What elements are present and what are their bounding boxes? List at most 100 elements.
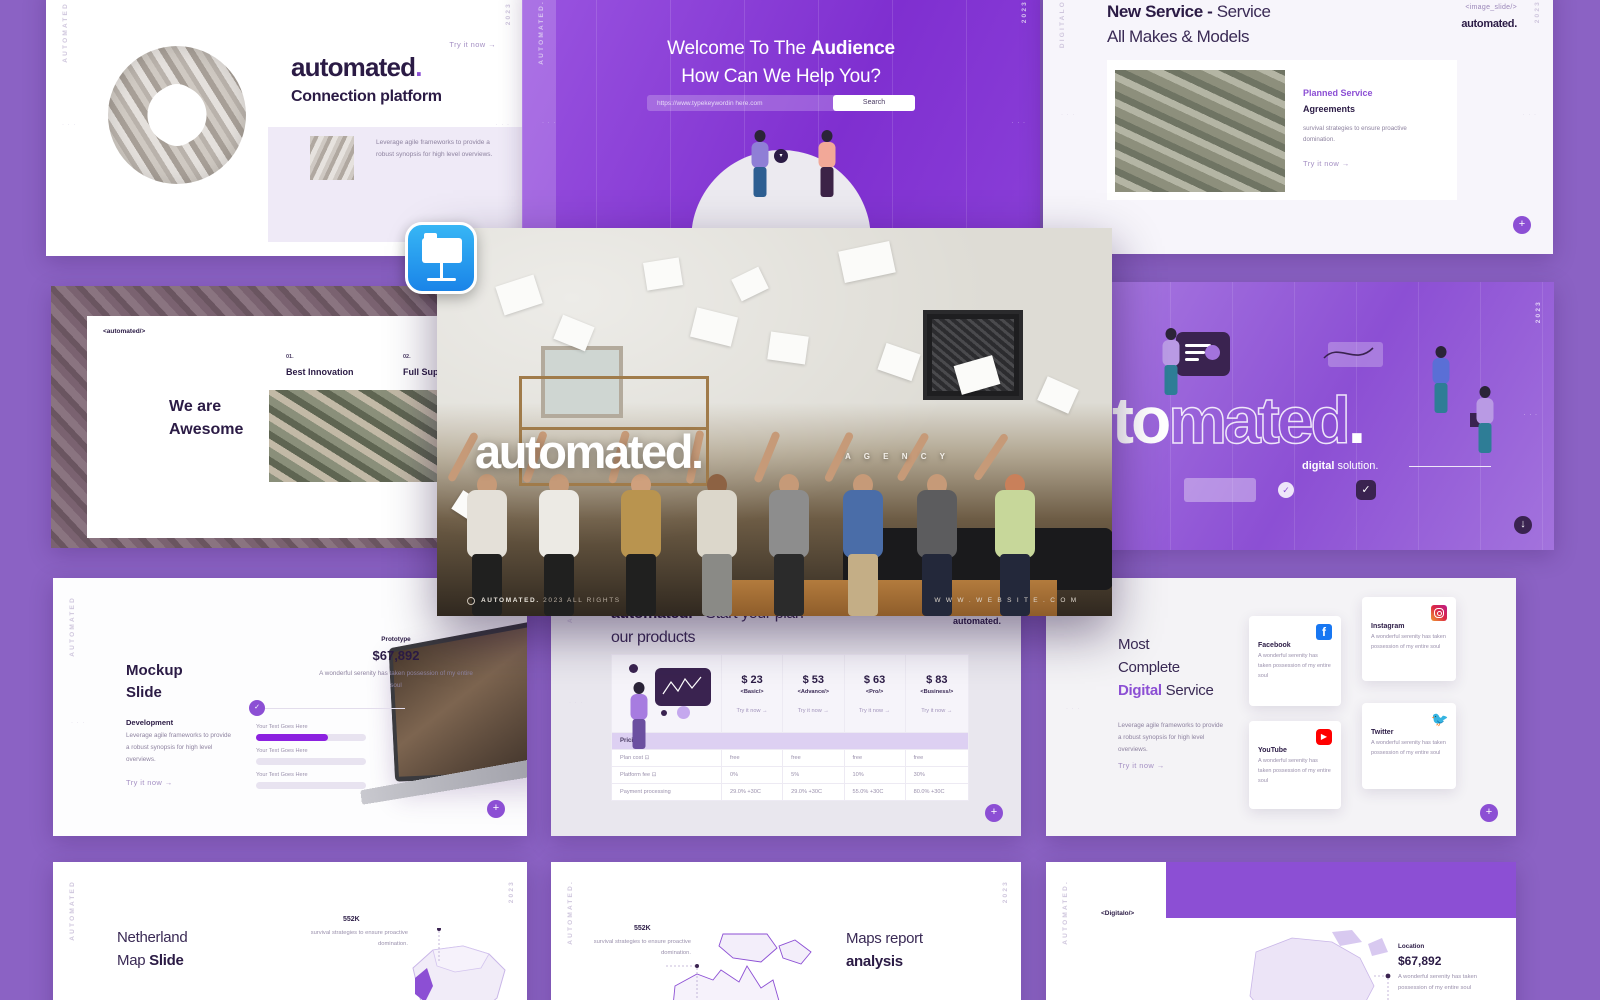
check-dot-icon: ✓ [249, 700, 265, 716]
twitter-icon: 🐦 [1431, 711, 1449, 727]
slide-netherland-map[interactable]: AUTOMATED 2023 Netherland Map Slide 552K… [53, 862, 527, 1000]
bar-label: Your Text Goes Here [256, 724, 308, 730]
welcome-subheading: How Can We Help You? [681, 66, 881, 87]
slide-corner-year: 2023 [505, 2, 512, 26]
divider [1409, 466, 1491, 467]
search-button[interactable]: Search [833, 95, 915, 111]
bar-label: Your Text Goes Here [256, 748, 308, 754]
side-dots: · · · [1523, 412, 1538, 418]
side-dots: · · · [1066, 706, 1081, 712]
hero-footer-right: W W W . W E B S I T E . C O M [934, 597, 1078, 604]
row-value: 5% [782, 766, 845, 784]
section-header-label: Pricing [611, 732, 969, 750]
brand-mark: <Digitalo/> [1101, 910, 1135, 917]
try-it-now-link[interactable]: Try it now → [1303, 159, 1350, 168]
slide-maps-report[interactable]: AUTOMATED. 2023 552K survival strategies… [551, 862, 1021, 1000]
plan-cell[interactable]: $ 63 <Pro/> Try it now → [843, 654, 906, 733]
social-card-text: A wonderful serenity has taken possessio… [1258, 758, 1331, 784]
slide-location-map[interactable]: AUTOMATED. <Digitalo/> Location $67,892 … [1046, 862, 1516, 1000]
social-card-twitter[interactable]: 🐦 Twitter A wonderful serenity has taken… [1362, 703, 1456, 789]
copyright-icon [467, 597, 475, 605]
social-card-facebook[interactable]: f Facebook A wonderful serenity has take… [1249, 616, 1341, 706]
side-dots: · · · [542, 120, 557, 126]
location-value: $67,892 [1398, 954, 1442, 968]
europe-map [412, 928, 506, 1000]
instagram-icon [1431, 605, 1447, 621]
laptop-mockup [388, 618, 527, 782]
team-photo [1115, 70, 1285, 192]
social-card-text: A wonderful serenity has taken possessio… [1371, 740, 1446, 756]
try-it-now-link[interactable]: Try it now → [126, 778, 173, 787]
body-text: Leverage agile frameworks to provide a r… [1118, 722, 1224, 753]
row-label: Plan cost ⊡ [611, 749, 722, 767]
try-it-now-link[interactable]: Try it now → [1118, 761, 1165, 770]
chart-card [1176, 332, 1230, 376]
social-card-text: A wonderful serenity has taken possessio… [1258, 653, 1331, 679]
slide-vertical-label: AUTOMATED. [1062, 880, 1069, 945]
feature-title-1: Best Innovation [286, 367, 354, 377]
social-card-instagram[interactable]: Instagram A wonderful serenity has taken… [1362, 597, 1456, 681]
hero-preview-image[interactable]: automated. A G E N C Y AUTOMATED. 2023 A… [437, 228, 1112, 616]
body-text: Leverage agile frameworks to provide a r… [376, 139, 493, 159]
facebook-icon: f [1316, 624, 1332, 640]
slide-automated-digital[interactable]: 2023 · · · automated. digital solution. … [1046, 282, 1554, 550]
scroll-down-button[interactable]: ↓ [1514, 516, 1532, 534]
row-label: Platform fee ⊡ [611, 766, 722, 784]
row-value: free [720, 749, 784, 767]
slide-corner-year: 2023 [1535, 300, 1542, 324]
page-title-line-2: Complete [1118, 659, 1180, 676]
bar-label: Your Text Goes Here [256, 772, 308, 778]
brand-mark: <automated/> [103, 328, 146, 335]
quote-text: A wonderful serenity has taken possessio… [319, 670, 473, 689]
slide-vertical-label: AUTOMATED [69, 596, 76, 657]
side-dots: · · · [1522, 112, 1537, 118]
search-bar[interactable]: https://www.typekeywordin here.com Searc… [647, 95, 915, 111]
side-dots: · · · [71, 720, 86, 726]
social-card-name: YouTube [1258, 747, 1287, 754]
slide-welcome-search[interactable]: AUTOMATED. 2023 · · · · · · Welcome To T… [522, 0, 1040, 256]
page-title-line-1: We are [169, 398, 222, 415]
page-title-line-1: Mockup [126, 662, 183, 679]
page-subtitle: All Makes & Models [1107, 27, 1250, 46]
page-subtitle: Connection platform [291, 88, 442, 105]
row-value: free [843, 749, 906, 767]
illustration-person-right [814, 130, 840, 210]
try-it-now-link[interactable]: Try it now → [449, 40, 496, 49]
add-button[interactable]: + [1513, 216, 1531, 234]
add-button[interactable]: + [1480, 804, 1498, 822]
add-button[interactable]: + [487, 800, 505, 818]
slide-pricing[interactable]: AUTO · · · automated. - Start your plan … [551, 578, 1021, 836]
side-dots: · · · [569, 700, 584, 706]
oceania-map [666, 933, 812, 1000]
keynote-icon[interactable] [405, 222, 477, 294]
slide-new-service[interactable]: DIGITALO 2023 · · · · · · <image_slide/>… [1043, 0, 1553, 254]
hero-logo: automated. [475, 425, 704, 478]
row-label: Payment processing [611, 783, 722, 801]
slide-digital-service[interactable]: AUT · · · Most Complete Digital Service … [1046, 578, 1516, 836]
slide-corner-year: 2023 [1002, 880, 1009, 904]
slide-vertical-label: AUTOMATED. [567, 880, 574, 945]
brand-mark: automated. [1461, 18, 1517, 30]
row-value: 55.0% +30C [843, 783, 906, 801]
progress-bar-2 [256, 758, 366, 765]
social-card-text: A wonderful serenity has taken possessio… [1371, 634, 1446, 650]
plan-cell[interactable]: $ 83 <Business/> Try it now → [904, 654, 970, 733]
table-row: Plan cost ⊡ free free free free [611, 749, 970, 767]
search-input[interactable]: https://www.typekeywordin here.com [647, 100, 833, 107]
table-section-header: Pricing [611, 732, 969, 750]
page-title-line-3: Digital Service [1118, 682, 1214, 699]
row-value: 30% [904, 766, 970, 784]
welcome-heading: Welcome To The Audience [667, 38, 895, 59]
title-dot: . [415, 52, 422, 82]
check-square-icon: ✓ [1356, 480, 1376, 500]
slide-type-tag: <image_slide/> [1465, 4, 1517, 11]
keynote-board [422, 238, 462, 263]
side-dots: · · · [1011, 120, 1026, 126]
play-badge-icon: ▾ [774, 149, 788, 163]
add-button[interactable]: + [985, 804, 1003, 822]
slide-mockup[interactable]: AUTOMATED · · · · · · Mockup Slide Devel… [53, 578, 527, 836]
slide-title[interactable]: AUTOMATED 2023 · · · · · · Try it now → … [46, 0, 524, 256]
social-card-youtube[interactable]: ▶ YouTube A wonderful serenity has taken… [1249, 721, 1341, 809]
row-value: 0% [720, 766, 784, 784]
plan-cell[interactable]: $ 53 <Advance/> Try it now → [782, 654, 845, 733]
